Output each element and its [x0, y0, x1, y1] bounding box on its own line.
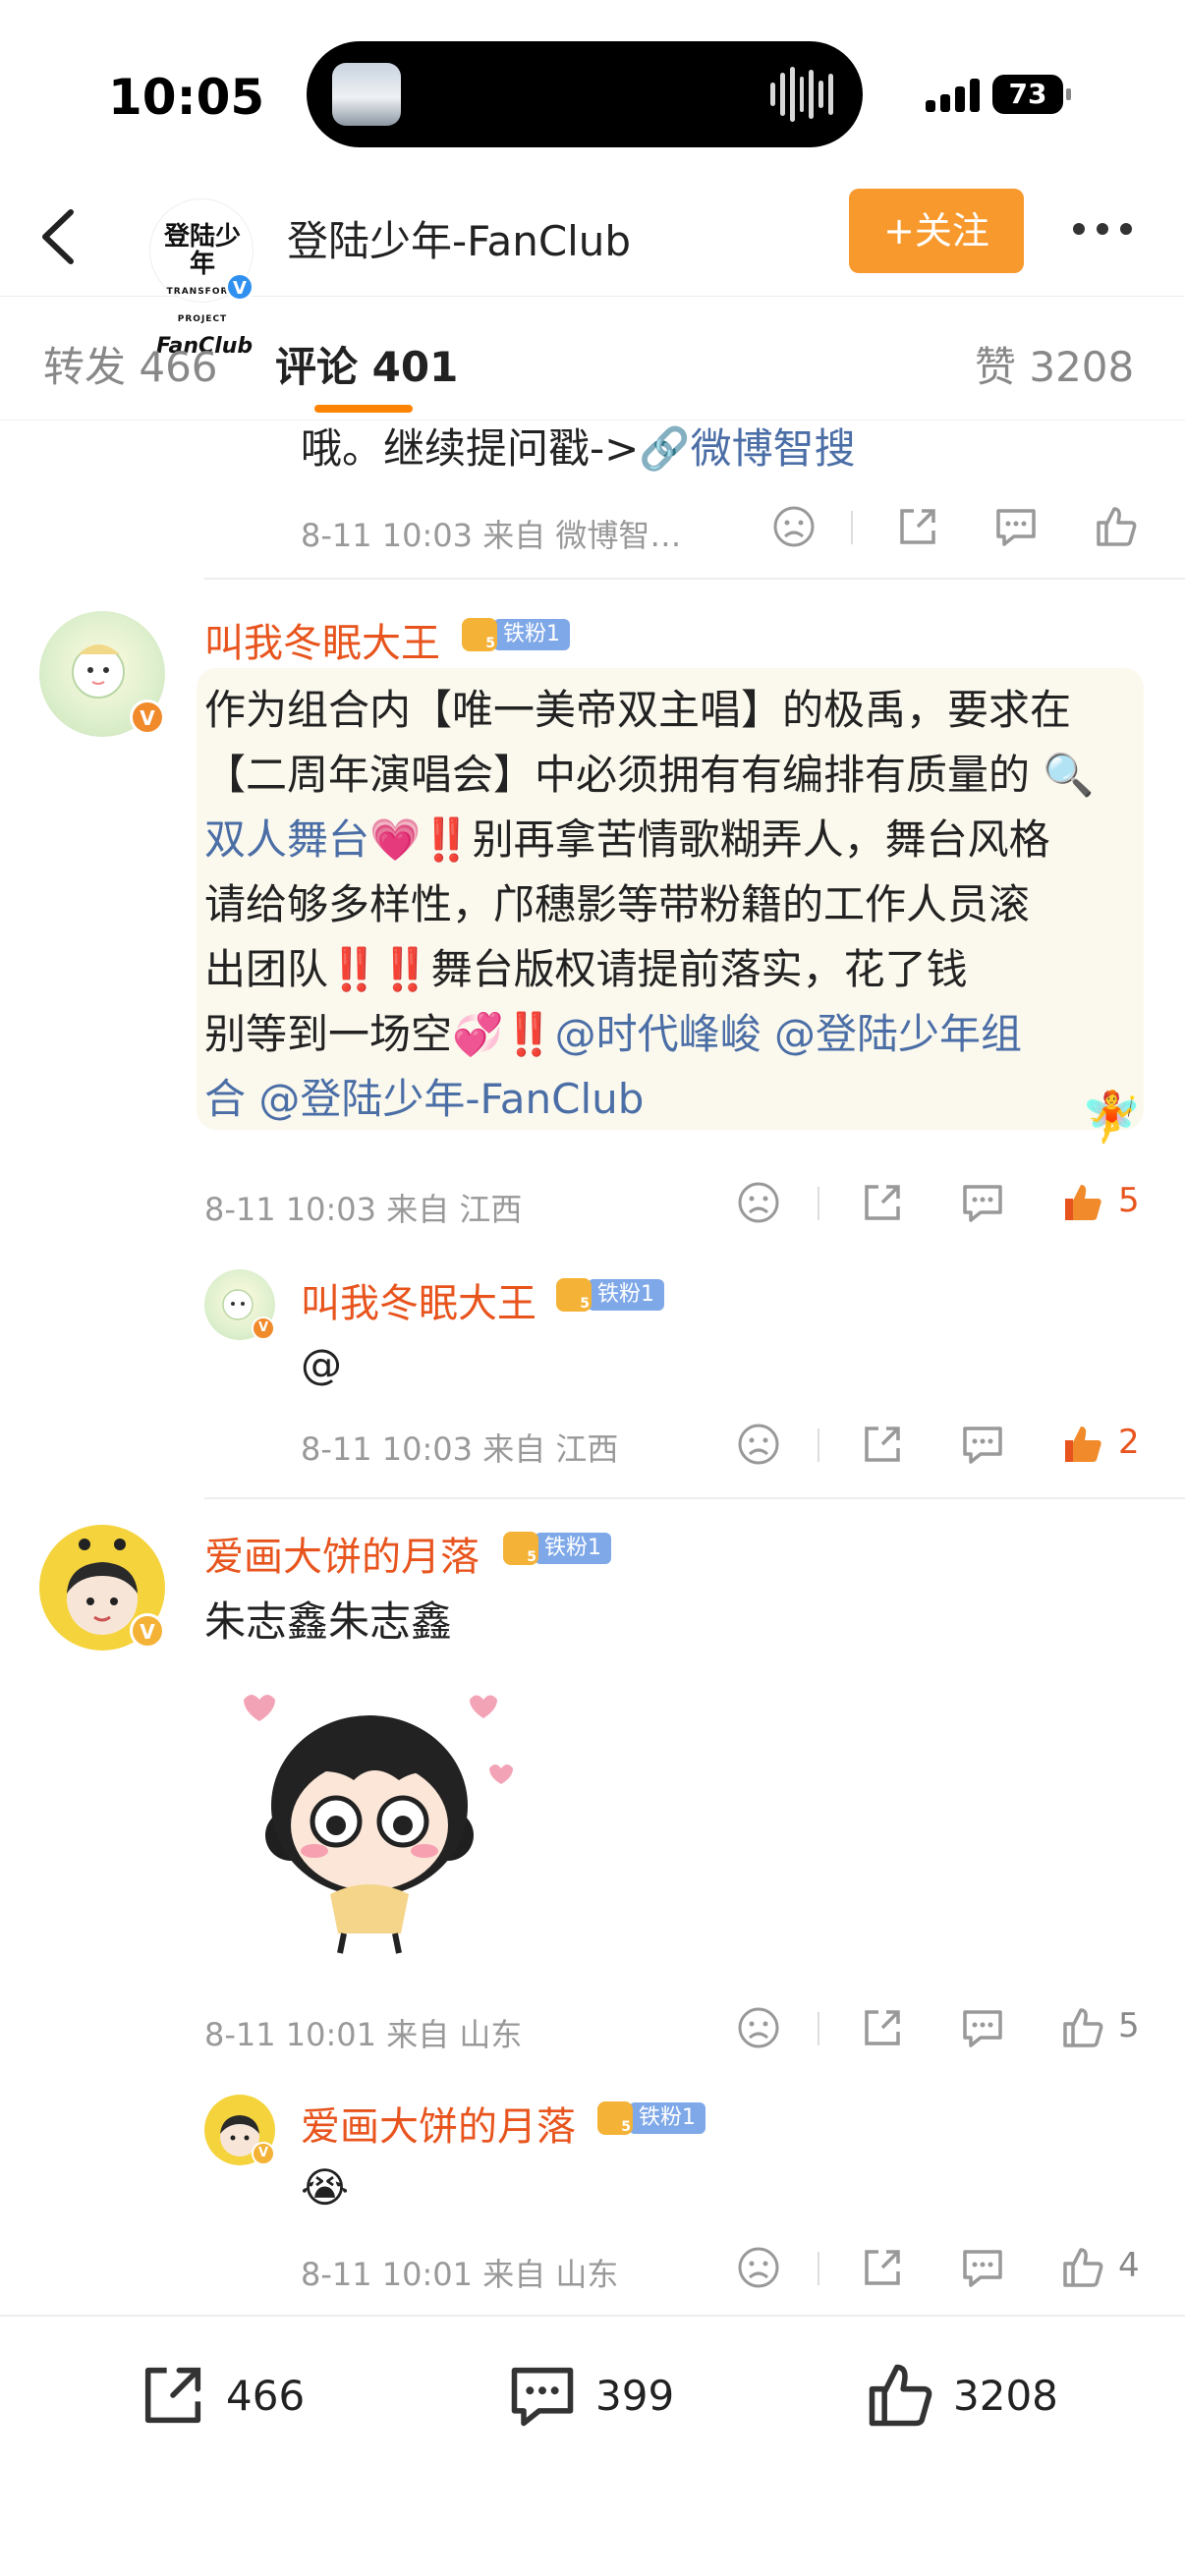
- status-bar: 10:05 73: [0, 0, 1185, 177]
- nav-header: 登陆少年 TRANSFORM PROJECT FanClub V 登陆少年-Fa…: [0, 177, 1185, 359]
- comment-actions: [766, 503, 1150, 552]
- comment-icon[interactable]: [992, 503, 1040, 550]
- sticker-decoration-icon: 🧚: [1081, 1089, 1143, 1146]
- comment-icon[interactable]: [959, 1421, 1006, 1468]
- audio-waveform-icon: [770, 65, 834, 124]
- signal-icon: [926, 79, 981, 112]
- verified-badge-icon: V: [252, 1316, 275, 1340]
- dislike-face-icon[interactable]: [735, 2244, 782, 2291]
- tab-likes[interactable]: 赞 3208: [975, 334, 1134, 394]
- verified-badge-icon: V: [130, 700, 165, 735]
- like-icon: [869, 2364, 932, 2427]
- like-button[interactable]: 3208: [863, 2358, 1099, 2436]
- share-icon[interactable]: [859, 2244, 906, 2291]
- reply-text: @: [301, 1340, 342, 1388]
- crown-icon: [503, 1532, 538, 1565]
- comment-actions: 4: [729, 2244, 1161, 2293]
- reply-username[interactable]: 叫我冬眠大王: [301, 1271, 536, 1328]
- sticker-image[interactable]: [216, 1678, 521, 1963]
- back-arrow-icon[interactable]: [29, 202, 88, 271]
- status-time: 10:05: [108, 69, 265, 126]
- crown-icon: [597, 2101, 633, 2135]
- comment-text-line: 合 @登陆少年-FanClub: [204, 1067, 644, 1132]
- fan-badge: 铁粉1: [556, 1277, 664, 1313]
- comment-text-line: 【二周年演唱会】中必须拥有有编排有质量的 🔍: [204, 751, 1095, 799]
- dislike-face-icon[interactable]: [735, 1421, 782, 1468]
- share-icon[interactable]: [894, 503, 941, 550]
- bottom-action-bar: 466 399 3208: [0, 2315, 1185, 2576]
- comment-count: 399: [595, 2372, 675, 2420]
- comment-text: 朱志鑫朱志鑫: [204, 1597, 453, 1646]
- comment-meta: 8-11 10:03 来自 微博智…: [301, 517, 682, 554]
- like-icon[interactable]: [1059, 1179, 1106, 1226]
- like-icon[interactable]: [1059, 2004, 1106, 2051]
- now-playing-thumbnail: [332, 63, 401, 126]
- crown-icon: [462, 618, 497, 651]
- divider: [204, 578, 1185, 580]
- page-title[interactable]: 登陆少年-FanClub: [287, 208, 631, 268]
- comment-meta: 8-11 10:01 来自 山东: [204, 2016, 523, 2053]
- comment-icon[interactable]: [959, 1179, 1006, 1226]
- divider: [204, 1497, 1185, 1499]
- comment-icon[interactable]: [959, 2244, 1006, 2291]
- weibo-search-link[interactable]: 微博智搜: [691, 424, 856, 473]
- tab-repost[interactable]: 转发 466: [43, 334, 218, 394]
- topic-link[interactable]: 双人舞台: [204, 815, 369, 864]
- crown-icon: [556, 1278, 592, 1312]
- like-icon[interactable]: [1059, 1421, 1106, 1468]
- like-count: 3208: [953, 2372, 1058, 2420]
- comment-text-line: 别等到一场空💞‼️@时代峰峻 @登陆少年组: [204, 1010, 1022, 1058]
- mention-link[interactable]: @时代峰峻 @登陆少年组: [555, 1010, 1022, 1058]
- comment-actions: 2: [729, 1421, 1161, 1470]
- like-count: 4: [1118, 2246, 1140, 2285]
- comment-text-line: 请给够多样性，邝穗影等带粉籍的工作人员滚: [204, 880, 1031, 928]
- comment-text-line: 出团队‼️‼️舞台版权请提前落实，花了钱: [204, 945, 968, 993]
- share-icon[interactable]: [859, 1421, 906, 1468]
- verified-badge-icon: V: [130, 1613, 165, 1649]
- dynamic-island[interactable]: [307, 41, 863, 147]
- search-icon: 🔍: [1030, 751, 1095, 799]
- share-icon[interactable]: [859, 1179, 906, 1226]
- fan-badge: 铁粉1: [462, 617, 570, 652]
- comment-actions: 5: [729, 2004, 1161, 2053]
- dislike-face-icon[interactable]: [735, 1179, 782, 1226]
- comment-actions: 5: [729, 1179, 1161, 1228]
- like-count: 2: [1118, 1423, 1140, 1462]
- dislike-face-icon[interactable]: [735, 2004, 782, 2051]
- battery-indicator: 73: [992, 75, 1071, 114]
- repost-button[interactable]: 466: [136, 2358, 332, 2436]
- account-avatar[interactable]: 登陆少年 TRANSFORM PROJECT FanClub V: [149, 198, 254, 359]
- reply-username[interactable]: 爱画大饼的月落: [301, 2095, 576, 2152]
- mention-link[interactable]: 合 @登陆少年-FanClub: [204, 1075, 644, 1123]
- comment-icon[interactable]: [959, 2004, 1006, 2051]
- like-count: 5: [1118, 1181, 1140, 1220]
- follow-button[interactable]: +关注: [849, 189, 1024, 273]
- like-count: 5: [1118, 2006, 1140, 2045]
- comment-icon: [511, 2367, 574, 2427]
- comment-meta: 8-11 10:01 来自 山东: [301, 2256, 619, 2293]
- comment-meta: 8-11 10:03 来自 江西: [204, 1191, 523, 1228]
- dislike-face-icon[interactable]: [770, 503, 818, 550]
- comment-button[interactable]: 399: [505, 2358, 702, 2436]
- comment-text-line: 作为组合内【唯一美帝双主唱】的极禹，要求在: [204, 686, 1072, 734]
- comment-meta: 8-11 10:03 来自 江西: [301, 1430, 619, 1468]
- link-icon: 🔗: [639, 424, 691, 473]
- repost-count: 466: [226, 2372, 306, 2420]
- more-options-icon[interactable]: [1073, 214, 1142, 244]
- tab-comments[interactable]: 评论 401: [275, 334, 458, 394]
- comment-text-line: 双人舞台💗‼️别再拿苦情歌糊弄人，舞台风格: [204, 815, 1050, 864]
- comment-username[interactable]: 叫我冬眠大王: [204, 611, 440, 668]
- comment-username[interactable]: 爱画大饼的月落: [204, 1525, 480, 1582]
- fan-badge: 铁粉1: [503, 1531, 611, 1566]
- share-icon: [144, 2367, 201, 2424]
- tab-active-indicator: [314, 405, 413, 413]
- verified-badge-icon: V: [252, 2142, 275, 2165]
- like-icon[interactable]: [1059, 2244, 1106, 2291]
- fan-badge: 铁粉1: [597, 2100, 705, 2136]
- share-icon[interactable]: [859, 2004, 906, 2051]
- comment-text-partial: 哦。继续提问戳->🔗微博智搜: [301, 424, 856, 473]
- tab-bar: 转发 466 评论 401 赞 3208: [0, 297, 1185, 420]
- like-icon[interactable]: [1093, 503, 1140, 550]
- reply-text: 😭: [301, 2163, 350, 2212]
